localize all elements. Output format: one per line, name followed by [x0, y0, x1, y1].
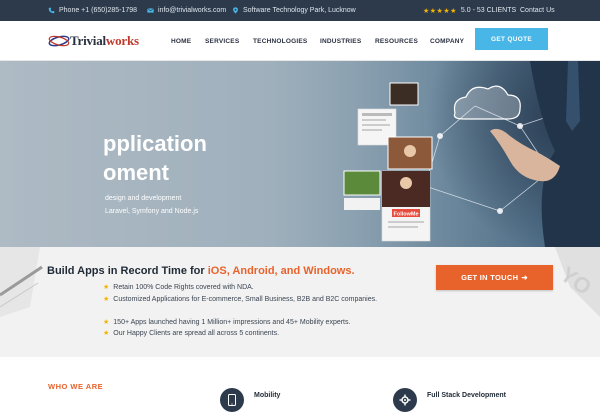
star-icon: ★	[103, 284, 110, 291]
full-stack-label[interactable]: Full Stack Development	[427, 392, 506, 399]
nav-services[interactable]: SERVICES	[205, 21, 239, 61]
trivialworks-logo[interactable]: Trivialworks	[48, 30, 139, 52]
mail-icon	[147, 8, 154, 13]
gears-icon	[393, 388, 417, 412]
top-contact-bar: Phone +1 (650)285-1798 info@trivialworks…	[0, 0, 600, 21]
get-in-touch-button[interactable]: GET IN TOUCH ➜	[436, 265, 553, 290]
bullet-text: Retain 100% Code Rights covered with NDA…	[113, 284, 254, 291]
nav-company[interactable]: COMPANY	[430, 21, 464, 61]
location-info: Software Technology Park, Lucknow	[232, 0, 356, 21]
contact-us-label: Contact Us	[520, 7, 555, 14]
mobility-icon	[220, 388, 244, 412]
build-title-highlight: iOS, Android, and Windows.	[207, 265, 355, 277]
hero-subtitle-line2: Laravel, Symfony and Node.js	[105, 208, 199, 215]
arrow-right-icon: ➜	[521, 273, 528, 282]
logo-part1: Trivial	[70, 33, 106, 48]
get-quote-button[interactable]: GET QUOTE	[475, 28, 548, 50]
followme-label: FollowMe	[393, 212, 418, 218]
hero-title-line2: oment	[103, 160, 169, 185]
bullet-text: Customized Applications for E-commerce, …	[113, 296, 378, 303]
main-navbar: Trivialworks HOME SERVICES TECHNOLOGIES …	[0, 21, 600, 61]
rating-text: 5.0 - 53 CLIENTS	[460, 7, 517, 14]
cloud-icon	[453, 85, 521, 120]
phone-icon	[48, 7, 55, 14]
nav-industries[interactable]: INDUSTRIES	[320, 21, 361, 61]
client-rating: ★★★★★ 5.0 - 53 CLIENTS	[423, 0, 516, 21]
nav-technologies[interactable]: TECHNOLOGIES	[253, 21, 307, 61]
bullet-item: ★ Retain 100% Code Rights covered with ND…	[103, 282, 423, 293]
logo-part2: works	[105, 33, 139, 48]
location-text: Software Technology Park, Lucknow	[243, 7, 356, 14]
bullet-text: Our Happy Clients are spread all across …	[113, 330, 280, 337]
bullet-text: 150+ Apps launched having 1 Million+ imp…	[113, 319, 351, 326]
hero-title-line1: pplication	[103, 131, 207, 156]
email-contact[interactable]: info@trivialworks.com	[147, 0, 226, 21]
nav-resources[interactable]: RESOURCES	[375, 21, 418, 61]
hero-cloud-illustration: FollowMe	[343, 61, 600, 247]
bullet-item: ★ 150+ Apps launched having 1 Million+ im…	[103, 317, 423, 328]
bullet-item: ★ Our Happy Clients are spread all across…	[103, 328, 423, 339]
location-pin-icon	[233, 7, 238, 14]
logo-swoosh-icon	[48, 35, 70, 47]
star-icon: ★	[103, 330, 110, 337]
bullet-item: ★ Customized Applications for E-commerce,…	[103, 294, 423, 305]
build-title-prefix: Build Apps in Record Time for	[47, 265, 208, 277]
hero-subtitle-line1: design and development	[105, 195, 182, 202]
get-in-touch-label: GET IN TOUCH	[461, 273, 519, 282]
who-we-are-heading: WHO WE ARE	[48, 382, 104, 391]
contact-us-link[interactable]: Contact Us	[520, 0, 555, 21]
email-address: info@trivialworks.com	[158, 7, 227, 14]
phone-contact[interactable]: Phone +1 (650)285-1798	[48, 0, 137, 21]
rating-stars-icon: ★★★★★	[423, 7, 457, 15]
hero-banner: pplication oment design and development …	[0, 61, 600, 247]
phone-number: Phone +1 (650)285-1798	[59, 7, 138, 14]
logo-wordmark: Trivialworks	[70, 33, 139, 49]
mobility-label[interactable]: Mobility	[254, 392, 280, 399]
build-apps-title: Build Apps in Record Time for iOS, Andro…	[47, 265, 355, 277]
star-icon: ★	[103, 296, 110, 303]
star-icon: ★	[103, 319, 110, 326]
nav-home[interactable]: HOME	[171, 21, 191, 61]
